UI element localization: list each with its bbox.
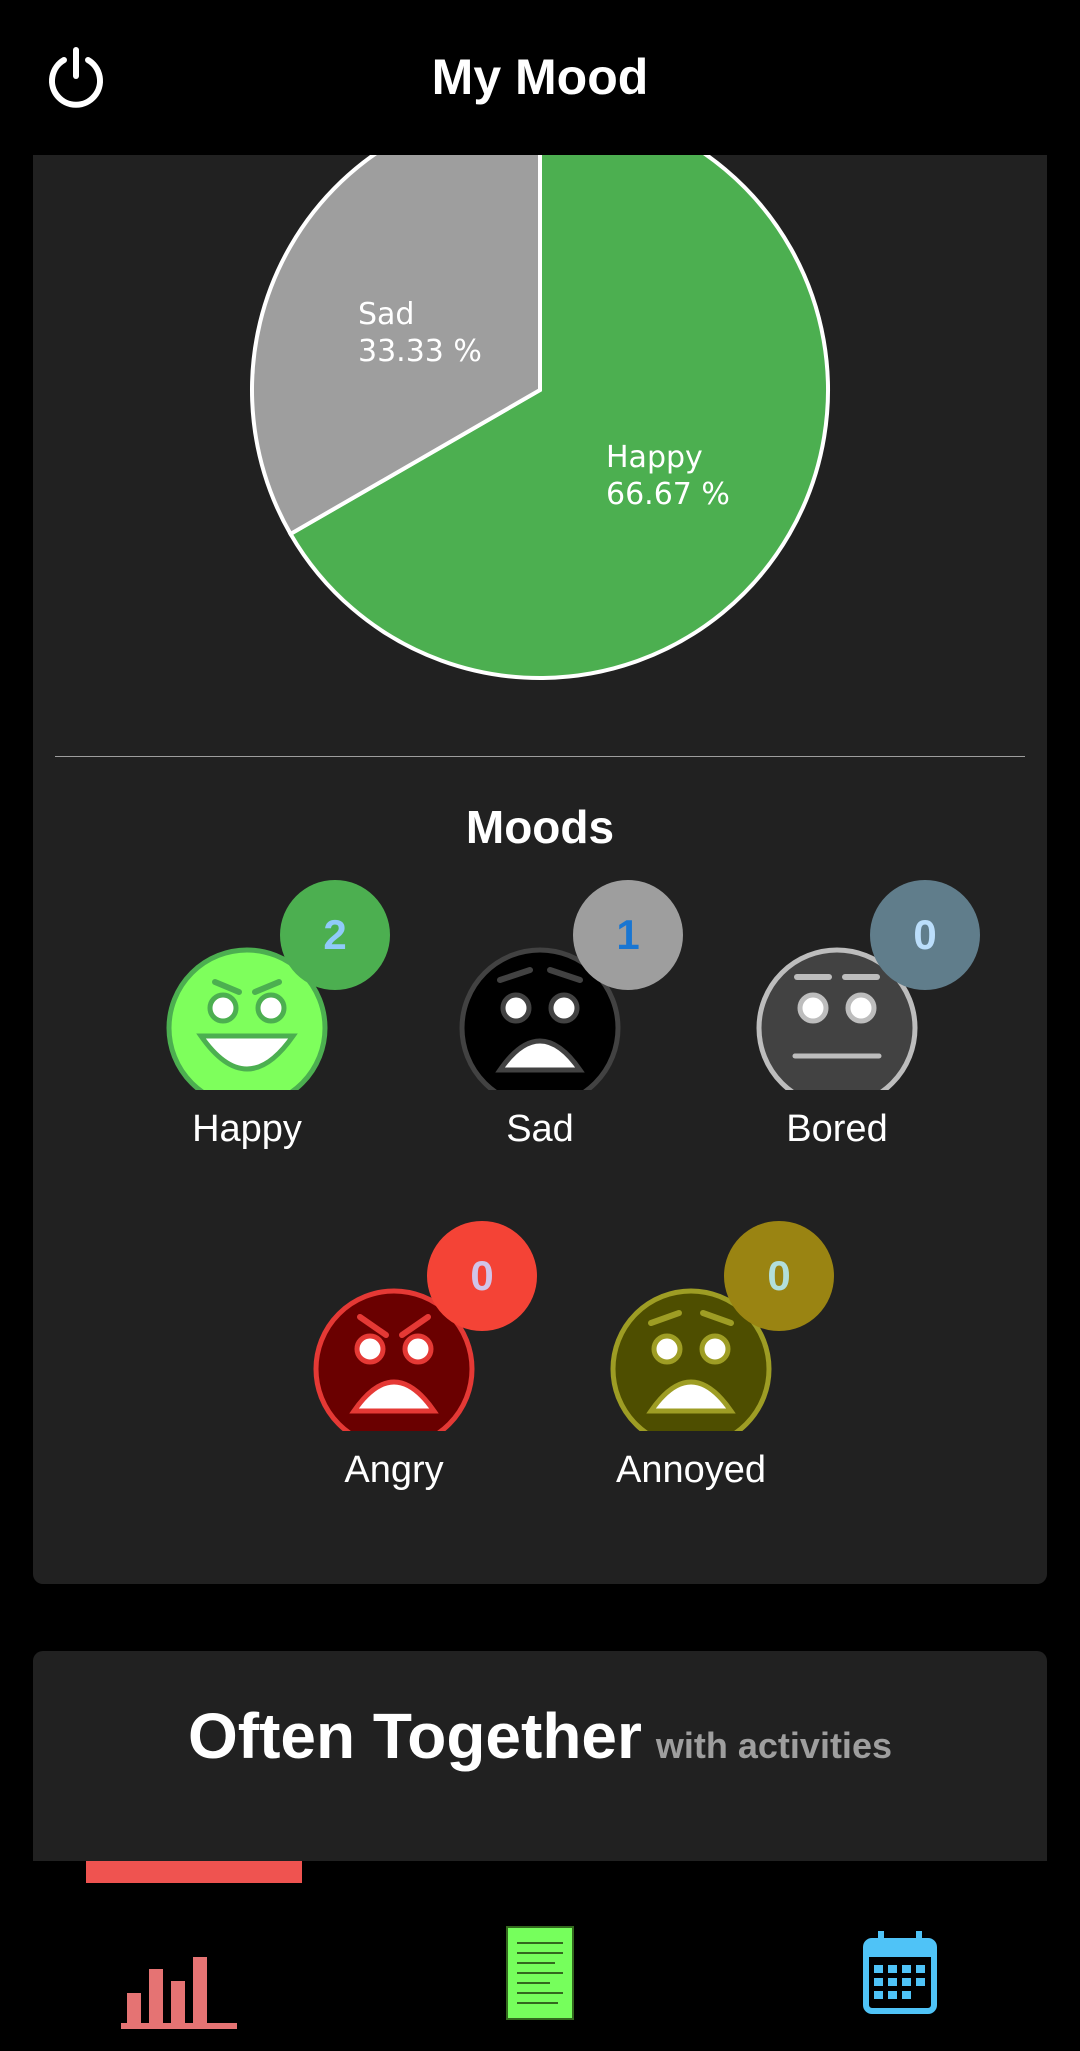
- often-together-title: Often Together: [188, 1700, 642, 1772]
- often-together-header: Often Together with activities: [33, 1699, 1047, 1773]
- nav-notes[interactable]: [480, 1921, 600, 2031]
- mood-label: Sad: [506, 1108, 574, 1150]
- divider: [55, 756, 1025, 757]
- mood-count-badge: 1: [573, 880, 683, 990]
- often-together-card: Often Together with activities: [33, 1651, 1047, 1861]
- bar-chart-icon: [121, 1957, 237, 2029]
- mood-summary-card: Happy 66.67 % Sad 33.33 % Moods 2 Happy: [33, 155, 1047, 1584]
- mood-sad[interactable]: 1 Sad: [420, 880, 683, 1160]
- mood-count-badge: 0: [870, 880, 980, 990]
- notes-icon: [506, 1926, 574, 2020]
- pie-percent-happy: 66.67 %: [606, 477, 730, 512]
- mood-angry[interactable]: 0 Angry: [274, 1221, 537, 1501]
- mood-label: Bored: [786, 1108, 888, 1150]
- moods-title: Moods: [465, 801, 615, 853]
- mood-count-badge: 0: [427, 1221, 537, 1331]
- mood-annoyed[interactable]: 0 Annoyed: [571, 1221, 834, 1501]
- mood-label: Happy: [192, 1108, 302, 1150]
- pie-label-happy: Happy: [606, 440, 703, 475]
- app-header: My Mood: [0, 0, 1080, 155]
- nav-calendar[interactable]: [840, 1921, 960, 2031]
- mood-label: Angry: [344, 1449, 444, 1491]
- calendar-icon: [863, 1931, 937, 2014]
- pie-label-sad: Sad: [358, 297, 414, 332]
- active-tab-indicator: [86, 1861, 302, 1883]
- mood-label: Annoyed: [615, 1449, 766, 1491]
- mood-bored[interactable]: 0 Bored: [717, 880, 980, 1160]
- pie-percent-sad: 33.33 %: [358, 334, 482, 369]
- mood-count-badge: 0: [724, 1221, 834, 1331]
- mood-count-badge: 2: [280, 880, 390, 990]
- nav-statistics[interactable]: [121, 1921, 241, 2031]
- often-together-subtitle: with activities: [655, 1725, 892, 1766]
- page-title: My Mood: [431, 49, 649, 105]
- mood-pie-chart: Happy 66.67 % Sad 33.33 %: [33, 155, 1047, 715]
- bottom-navigation: [0, 1861, 1080, 2051]
- mood-happy[interactable]: 2 Happy: [127, 880, 390, 1160]
